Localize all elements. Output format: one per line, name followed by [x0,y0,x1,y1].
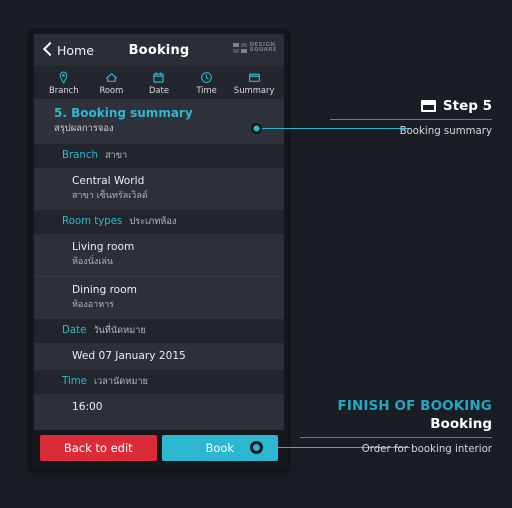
step-room[interactable]: Room [88,71,136,95]
step-summary[interactable]: Summary [230,71,278,95]
step-time-label: Time [196,84,217,95]
summary-list: 5. Booking summary สรุปผลการจอง Branch ส… [34,99,284,466]
divider [330,119,492,120]
window-icon [248,71,261,84]
summary-title-en: 5. Booking summary [54,106,193,120]
annotation-bottom-title-row: Booking [300,416,492,432]
step-branch-label: Branch [49,84,79,95]
calendar-icon [152,71,165,84]
annotation-step-5: Step 5 Booking summary [330,98,492,137]
step-navigation: Branch Room Date Time Summary [34,66,284,99]
annotation-bottom-kicker-row: FINISH OF BOOKING [300,398,492,414]
step-room-label: Room [99,84,124,95]
annotation-top-title: Step 5 [442,98,492,114]
step-branch[interactable]: Branch [40,71,88,95]
group-room-label-en: Room types [62,216,123,227]
list-item[interactable]: Living room ห้องนั่งเล่น [34,234,284,276]
back-to-edit-button[interactable]: Back to edit [40,435,157,461]
item-title-en: Dining room [72,284,137,296]
group-header-room-types: Room types ประเภทห้อง [34,210,284,234]
summary-section-header: 5. Booking summary สรุปผลการจอง [34,99,284,144]
location-pin-icon [57,71,70,84]
item-title-en: Living room [72,241,135,253]
group-date-label-th: วันที่นัดหมาย [93,325,146,336]
home-icon [105,71,118,84]
group-header-time: Time เวลานัดหมาย [34,370,284,394]
annotation-bottom-title: Booking [430,416,492,432]
phone-mockup: Home Booking DESIGN SQUARE Branch Room D… [30,30,288,470]
group-time-label-th: เวลานัดหมาย [93,376,148,387]
step-date-label: Date [148,84,169,95]
logo-line-2: SQUARE [249,47,277,53]
logo-wordmark: DESIGN SQUARE [249,42,277,53]
time-value[interactable]: 16:00 [34,394,284,421]
step-date[interactable]: Date [135,71,183,95]
action-bar: Back to edit Book [34,430,284,466]
phone-screen: Home Booking DESIGN SQUARE Branch Room D… [34,34,284,466]
screenshot-stage: Home Booking DESIGN SQUARE Branch Room D… [0,0,512,508]
item-title-th: ห้องอาหาร [72,300,115,310]
list-item[interactable]: Central World สาขา เซ็นทรัลเวิลด์ [34,168,284,210]
connector-dot-bottom [250,441,263,454]
group-room-label-th: ประเภทห้อง [129,216,177,227]
group-header-date: Date วันที่นัดหมาย [34,319,284,343]
group-date-label-en: Date [62,325,87,336]
divider [300,437,492,438]
step-summary-label: Summary [233,84,275,95]
group-header-branch: Branch สาขา [34,144,284,168]
design-square-logo: DESIGN SQUARE [233,42,277,53]
item-title-en: Central World [72,175,145,187]
group-branch-label-en: Branch [62,150,98,161]
summary-title-th: สรุปผลการจอง [54,123,114,134]
step-time[interactable]: Time [183,71,231,95]
clock-icon [200,71,213,84]
connector-dot-top [251,123,262,134]
annotation-finish-of-booking: FINISH OF BOOKING Booking Order for book… [300,398,492,455]
item-title-th: สาขา เซ็นทรัลเวิลด์ [72,191,148,201]
app-topbar: Home Booking DESIGN SQUARE [34,34,284,66]
annotation-bottom-subtitle: Order for booking interior [361,444,492,455]
group-time-label-en: Time [62,376,87,387]
list-item[interactable]: Dining room ห้องอาหาร [34,276,284,319]
annotation-top-subtitle: Booking summary [399,126,492,137]
annotation-bottom-kicker: FINISH OF BOOKING [337,398,492,414]
date-value[interactable]: Wed 07 January 2015 [34,343,284,370]
item-title-th: ห้องนั่งเล่น [72,257,114,267]
group-branch-label-th: สาขา [104,150,128,161]
annotation-top-row: Step 5 [330,98,492,114]
window-icon [420,100,436,112]
logo-mark-icon [233,43,247,53]
